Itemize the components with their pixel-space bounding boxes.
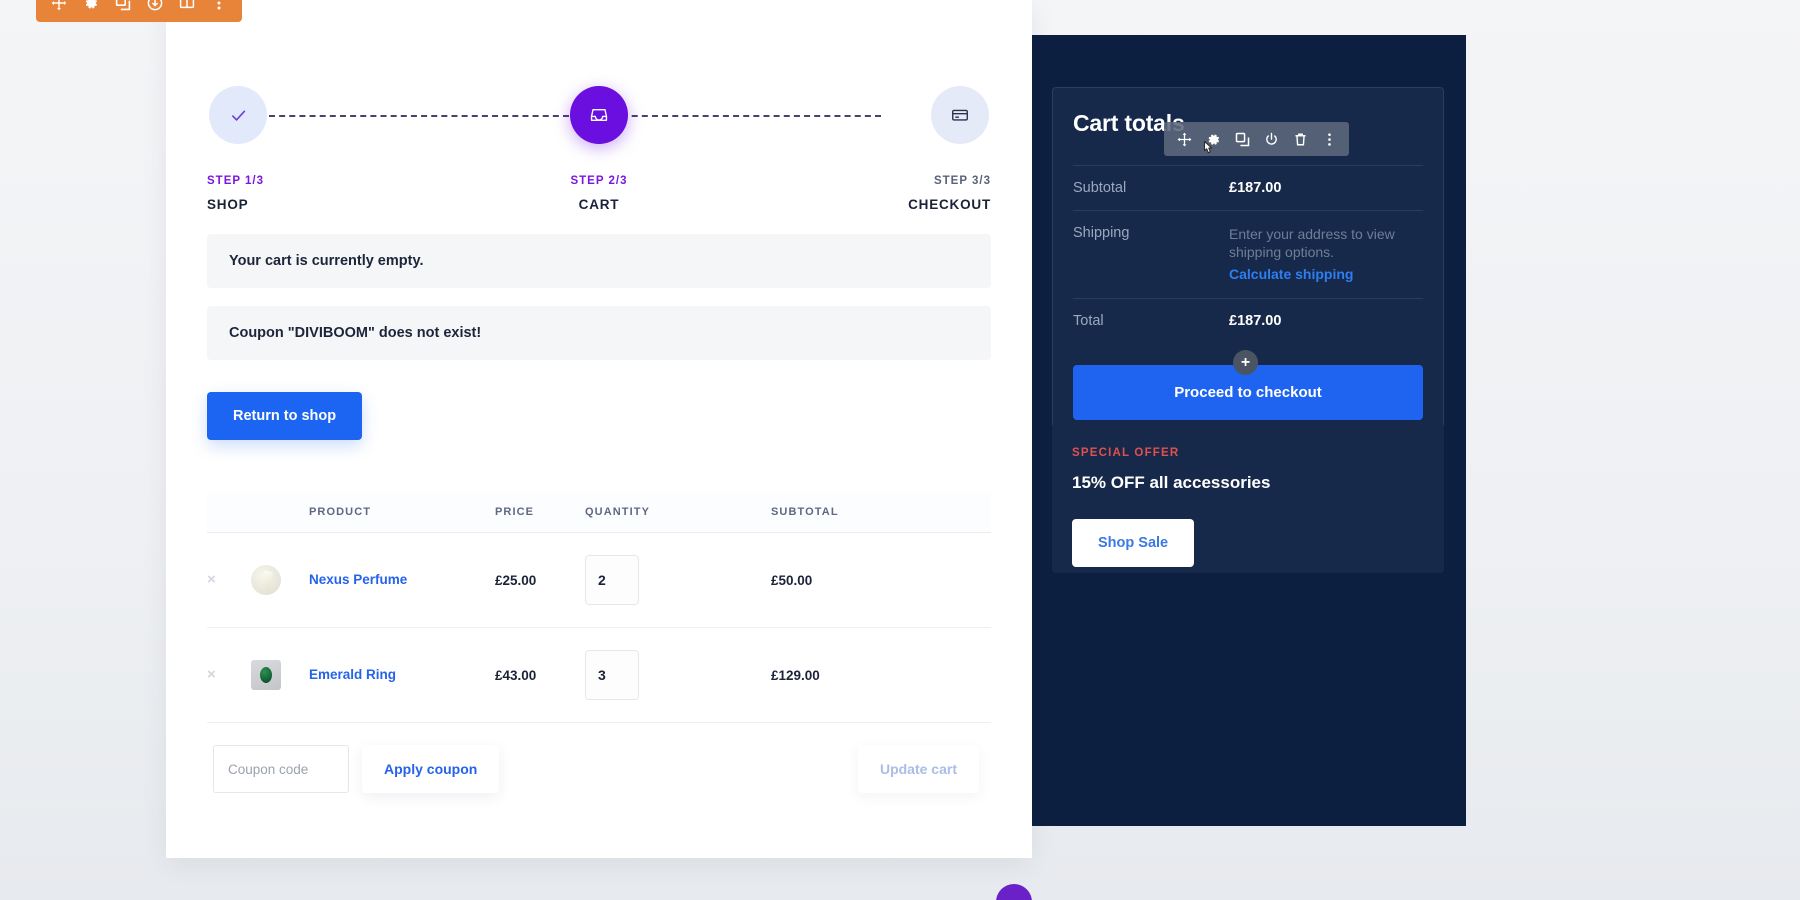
status-badge: SPECIAL OFFER	[1072, 447, 1424, 459]
gear-icon[interactable]	[1205, 131, 1221, 147]
close-icon[interactable]: ×	[207, 666, 216, 683]
coupon-input[interactable]	[213, 745, 349, 793]
total-value: £187.00	[1229, 313, 1281, 329]
total-row: Total £187.00	[1073, 298, 1423, 343]
check-icon	[209, 86, 267, 144]
step-cart-number: STEP 2/3	[519, 175, 679, 187]
shop-sale-button[interactable]: Shop Sale	[1072, 519, 1194, 567]
remove-cell: ×	[207, 533, 251, 628]
perfume-thumbnail[interactable]	[251, 565, 281, 595]
page-root: STEP 1/3 SHOP STEP 2/3 CART STEP 3/3 CHE…	[0, 0, 1800, 900]
duplicate-icon[interactable]	[114, 0, 132, 12]
special-offer-card: SPECIAL OFFER 15% OFF all accessories Sh…	[1052, 423, 1444, 573]
notices: Your cart is currently empty. Coupon "DI…	[207, 234, 991, 360]
cart-table: PRODUCT PRICE QUANTITY SUBTOTAL ×	[207, 492, 991, 723]
save-icon[interactable]	[146, 0, 164, 12]
power-icon[interactable]	[1263, 131, 1279, 147]
step-cart-label: CART	[519, 197, 679, 212]
th-remove	[207, 492, 251, 533]
update-cart-button: Update cart	[858, 745, 979, 793]
step-checkout-number: STEP 3/3	[831, 175, 991, 187]
product-cell: Emerald Ring	[309, 628, 495, 723]
shipping-label: Shipping	[1073, 225, 1229, 241]
inbox-icon	[570, 86, 628, 144]
step-cart[interactable]: STEP 2/3 CART	[519, 86, 679, 212]
price-cell: £43.00	[495, 628, 585, 723]
notice-cart-empty: Your cart is currently empty.	[207, 234, 991, 288]
columns-icon[interactable]	[178, 0, 196, 12]
builder-toolbar[interactable]	[36, 0, 242, 22]
cart-content-card: STEP 1/3 SHOP STEP 2/3 CART STEP 3/3 CHE…	[166, 0, 1032, 858]
element-toolbar[interactable]	[1164, 122, 1349, 156]
subtotal-label: Subtotal	[1073, 180, 1229, 196]
move-icon[interactable]	[50, 0, 68, 12]
trash-icon[interactable]	[1292, 131, 1308, 147]
ring-thumbnail[interactable]	[251, 660, 281, 690]
floating-purple-bubble[interactable]	[996, 884, 1032, 900]
cart-table-header-row: PRODUCT PRICE QUANTITY SUBTOTAL	[207, 492, 991, 533]
add-module-button[interactable]: +	[1233, 350, 1258, 375]
remove-cell: ×	[207, 628, 251, 723]
return-to-shop-button[interactable]: Return to shop	[207, 392, 362, 440]
price-cell: £25.00	[495, 533, 585, 628]
notice-coupon-error: Coupon "DIVIBOOM" does not exist!	[207, 306, 991, 360]
step-shop-number: STEP 1/3	[207, 175, 367, 187]
step-shop-label: SHOP	[207, 197, 367, 212]
thumb-cell	[251, 628, 309, 723]
th-quantity: QUANTITY	[585, 492, 771, 533]
quantity-input[interactable]	[585, 555, 639, 605]
subtotal-cell: £50.00	[771, 533, 991, 628]
table-row: × Emerald Ring £43.00 £129.00	[207, 628, 991, 723]
thumb-cell	[251, 533, 309, 628]
kebab-icon[interactable]	[210, 0, 228, 12]
step-checkout-label: CHECKOUT	[831, 197, 991, 212]
th-subtotal: SUBTOTAL	[771, 492, 991, 533]
shipping-row: Shipping Enter your address to view ship…	[1073, 210, 1423, 298]
checkout-steps: STEP 1/3 SHOP STEP 2/3 CART STEP 3/3 CHE…	[207, 86, 991, 228]
product-link[interactable]: Emerald Ring	[309, 667, 396, 682]
subtotal-value: £187.00	[1229, 180, 1281, 196]
step-checkout[interactable]: STEP 3/3 CHECKOUT	[831, 86, 991, 212]
close-icon[interactable]: ×	[207, 571, 216, 588]
product-cell: Nexus Perfume	[309, 533, 495, 628]
credit-card-icon	[931, 86, 989, 144]
coupon-row: Apply coupon Update cart	[207, 723, 991, 815]
step-shop[interactable]: STEP 1/3 SHOP	[207, 86, 367, 212]
table-row: × Nexus Perfume £25.00 £50.00	[207, 533, 991, 628]
th-thumb	[251, 492, 309, 533]
duplicate-icon[interactable]	[1234, 131, 1250, 147]
calculate-shipping-link[interactable]: Calculate shipping	[1229, 266, 1353, 282]
th-price: PRICE	[495, 492, 585, 533]
quantity-input[interactable]	[585, 650, 639, 700]
subtotal-row: Subtotal £187.00	[1073, 165, 1423, 210]
quantity-cell	[585, 628, 771, 723]
product-link[interactable]: Nexus Perfume	[309, 572, 407, 587]
quantity-cell	[585, 533, 771, 628]
move-icon[interactable]	[1176, 131, 1192, 147]
kebab-icon[interactable]	[1321, 131, 1337, 147]
th-product: PRODUCT	[309, 492, 495, 533]
subtotal-cell: £129.00	[771, 628, 991, 723]
apply-coupon-button[interactable]: Apply coupon	[362, 745, 499, 793]
offer-headline: 15% OFF all accessories	[1072, 473, 1424, 493]
gear-icon[interactable]	[82, 0, 100, 12]
total-label: Total	[1073, 313, 1229, 329]
shipping-hint: Enter your address to view shipping opti…	[1229, 225, 1423, 262]
